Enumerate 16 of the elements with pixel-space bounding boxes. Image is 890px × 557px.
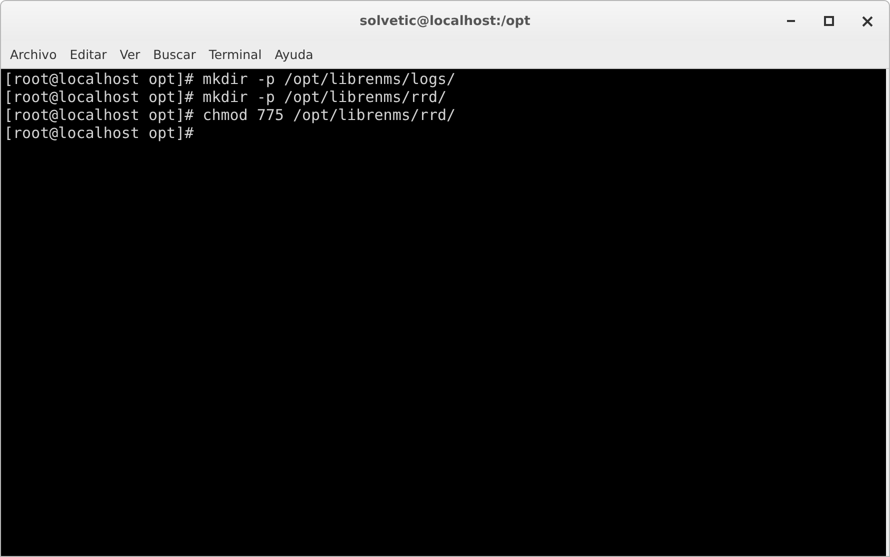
terminal-line: [root@localhost opt]# mkdir -p /opt/librenms/rrd/ (4, 88, 447, 106)
menu-item[interactable]: Buscar (148, 47, 201, 62)
terminal-line: [root@localhost opt]# chmod 775 /opt/librenms/rrd/ (4, 106, 456, 124)
terminal-line: [root@localhost opt]# mkdir -p /opt/librenms/logs/ (4, 70, 456, 88)
maximize-button[interactable] (821, 13, 837, 29)
menu-item[interactable]: Archivo (5, 47, 62, 62)
window-title: solvetic@localhost:/opt (360, 14, 530, 28)
minimize-icon (787, 20, 795, 22)
menu-item[interactable]: Ver (114, 47, 146, 62)
close-icon (862, 16, 872, 26)
menu-item[interactable]: Editar (64, 47, 112, 62)
menu-item[interactable]: Terminal (204, 47, 267, 62)
terminal-line: [root@localhost opt]# (4, 124, 194, 142)
menu-item[interactable]: Ayuda (270, 47, 318, 62)
maximize-icon (824, 16, 834, 26)
terminal-area[interactable]: [root@localhost opt]# mkdir -p /opt/librenms/logs/ [root@localhost opt]# mkdir -p /opt/librenms/rrd/ [root@localhost opt]# chmod 775 /opt/librenms/rrd/ [root@localhost opt]# (1, 69, 886, 556)
